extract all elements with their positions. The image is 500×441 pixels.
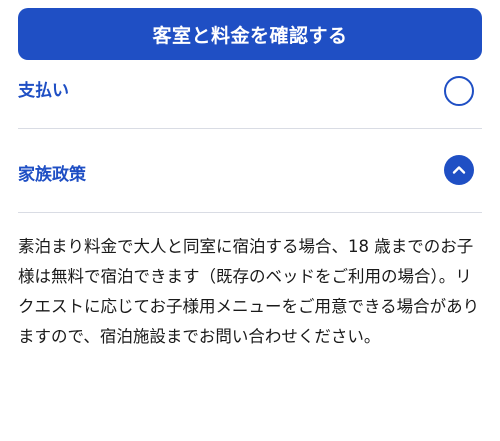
family-policy-description: 素泊まり料金で大人と同室に宿泊する場合、18 歳までのお子様は無料で宿泊できます… — [18, 237, 480, 346]
payment-section-title: 支払い — [18, 81, 69, 101]
chevron-up-icon[interactable] — [444, 155, 474, 185]
property-policies-page: 客室と料金を確認する 支払い 家族政策 素泊まり料金で大人と同室に宿泊する場合、… — [0, 0, 500, 441]
payment-section-row[interactable]: 支払い — [0, 74, 500, 128]
chevron-down-icon[interactable] — [444, 76, 474, 106]
family-policy-title: 家族政策 — [18, 165, 86, 185]
section-divider — [18, 128, 482, 129]
check-rooms-and-rates-button[interactable]: 客室と料金を確認する — [18, 8, 482, 60]
section-divider — [18, 212, 482, 213]
sticky-cta-bar: 客室と料金を確認する — [0, 0, 500, 74]
